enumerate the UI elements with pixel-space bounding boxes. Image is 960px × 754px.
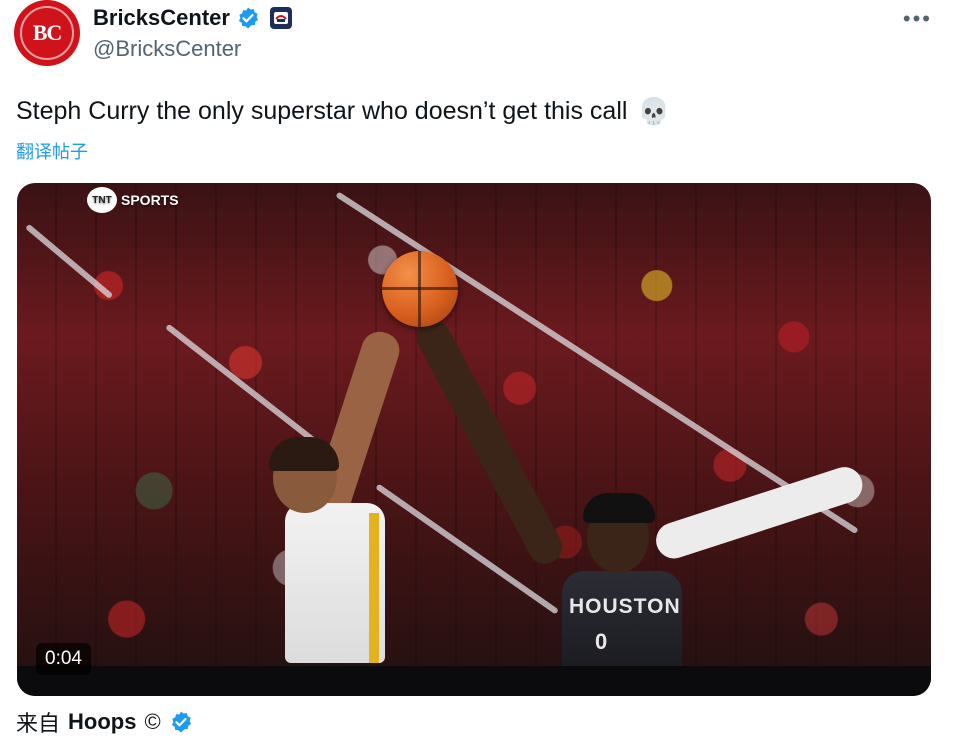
- affiliate-logo-icon: [273, 12, 288, 24]
- network-logo: TNT SPORTS: [87, 187, 179, 213]
- verified-checkmark-icon: [171, 711, 191, 733]
- skull-emoji: 💀: [637, 96, 670, 126]
- tnt-badge: TNT: [87, 187, 117, 213]
- media-source-attribution: 来自 Hoops ©: [16, 706, 193, 738]
- source-copyright: ©: [144, 709, 161, 734]
- tweet-text: Steph Curry the only superstar who doesn…: [16, 97, 628, 125]
- video-duration: 0:04: [36, 643, 91, 675]
- author-display-name[interactable]: BricksCenter: [93, 5, 230, 31]
- source-name[interactable]: Hoops: [68, 709, 136, 735]
- jersey-number: 0: [595, 629, 608, 654]
- author-handle[interactable]: @BricksCenter: [93, 36, 241, 62]
- verified-checkmark-icon: [238, 7, 258, 29]
- video-bottom-strip: [17, 666, 931, 696]
- author-name-row: BricksCenter: [93, 4, 292, 32]
- jersey-team-text: HOUSTON: [569, 595, 681, 618]
- translate-post-link[interactable]: 翻译帖子: [16, 138, 88, 164]
- video-player[interactable]: TNT SPORTS HOUSTON 0 0:04: [17, 183, 931, 696]
- author-avatar[interactable]: BC: [14, 0, 80, 66]
- source-prefix: 来自: [16, 711, 61, 736]
- tweet-body: Steph Curry the only superstar who doesn…: [16, 96, 670, 127]
- basketball: [382, 251, 458, 327]
- shooter-jersey: [285, 503, 385, 663]
- more-options-icon[interactable]: •••: [903, 6, 932, 32]
- team-affiliate-icon[interactable]: [269, 7, 292, 29]
- defender-hair: [583, 493, 655, 523]
- network-label: SPORTS: [121, 192, 179, 208]
- avatar-ring: [20, 6, 74, 60]
